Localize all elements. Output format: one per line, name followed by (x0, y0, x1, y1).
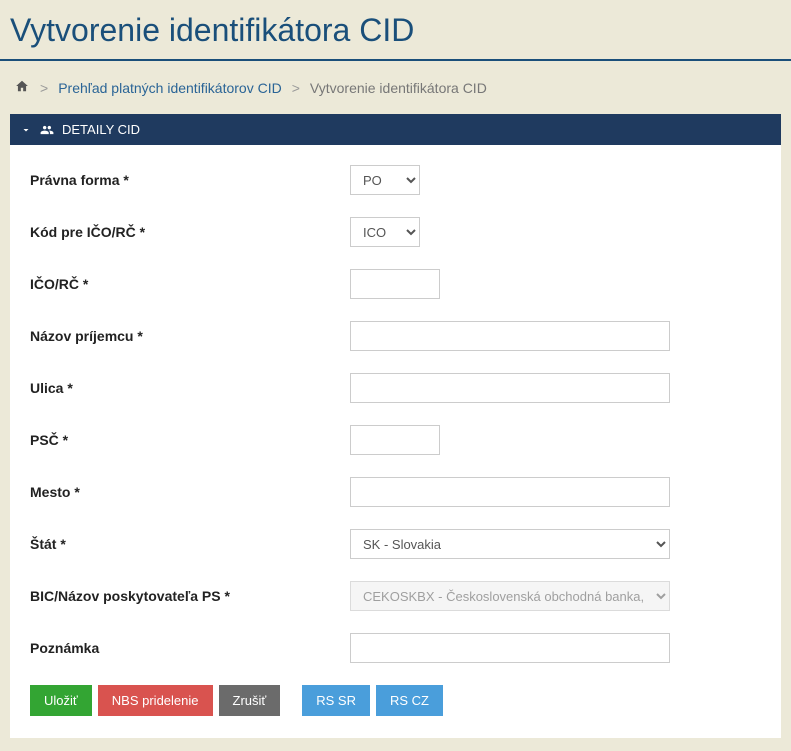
label-stat: Štát * (30, 536, 350, 552)
breadcrumb: > Prehľad platných identifikátorov CID >… (0, 61, 791, 114)
label-kod-ico: Kód pre IČO/RČ * (30, 224, 350, 240)
label-nazov-prijemcu: Názov príjemcu * (30, 328, 350, 344)
panel-header-title: DETAILY CID (62, 122, 140, 137)
input-ulica[interactable] (350, 373, 670, 403)
input-psc[interactable] (350, 425, 440, 455)
row-stat: Štát * SK - Slovakia (30, 529, 761, 559)
cancel-button[interactable]: Zrušiť (219, 685, 281, 716)
label-ico-rc: IČO/RČ * (30, 276, 350, 292)
label-ulica: Ulica * (30, 380, 350, 396)
input-mesto[interactable] (350, 477, 670, 507)
row-kod-ico: Kód pre IČO/RČ * ICO (30, 217, 761, 247)
label-mesto: Mesto * (30, 484, 350, 500)
select-bic: CEKOSKBX - Československá obchodná banka… (350, 581, 670, 611)
row-bic: BIC/Názov poskytovateľa PS * CEKOSKBX - … (30, 581, 761, 611)
select-pravna-forma[interactable]: PO (350, 165, 420, 195)
save-button[interactable]: Uložiť (30, 685, 92, 716)
panel-details: DETAILY CID Právna forma * PO Kód pre IČ… (10, 114, 781, 738)
panel-header[interactable]: DETAILY CID (10, 114, 781, 145)
row-nazov-prijemcu: Názov príjemcu * (30, 321, 761, 351)
input-ico-rc[interactable] (350, 269, 440, 299)
input-poznamka[interactable] (350, 633, 670, 663)
users-icon (38, 123, 56, 137)
row-mesto: Mesto * (30, 477, 761, 507)
breadcrumb-sep: > (40, 80, 48, 96)
breadcrumb-current: Vytvorenie identifikátora CID (310, 80, 487, 96)
row-pravna-forma: Právna forma * PO (30, 165, 761, 195)
rs-cz-button[interactable]: RS CZ (376, 685, 443, 716)
nbs-button[interactable]: NBS pridelenie (98, 685, 213, 716)
label-poznamka: Poznámka (30, 640, 350, 656)
chevron-down-icon (20, 124, 32, 136)
row-psc: PSČ * (30, 425, 761, 455)
row-ico-rc: IČO/RČ * (30, 269, 761, 299)
button-row: Uložiť NBS pridelenie Zrušiť RS SR RS CZ (30, 685, 761, 716)
page-title: Vytvorenie identifikátora CID (0, 0, 791, 61)
select-kod-ico[interactable]: ICO (350, 217, 420, 247)
row-poznamka: Poznámka (30, 633, 761, 663)
breadcrumb-link[interactable]: Prehľad platných identifikátorov CID (58, 80, 282, 96)
select-stat[interactable]: SK - Slovakia (350, 529, 670, 559)
label-bic: BIC/Názov poskytovateľa PS * (30, 588, 350, 604)
home-icon[interactable] (14, 79, 30, 96)
panel-body: Právna forma * PO Kód pre IČO/RČ * ICO I… (10, 145, 781, 738)
row-ulica: Ulica * (30, 373, 761, 403)
label-psc: PSČ * (30, 432, 350, 448)
label-pravna-forma: Právna forma * (30, 172, 350, 188)
rs-sr-button[interactable]: RS SR (302, 685, 370, 716)
breadcrumb-sep: > (292, 80, 300, 96)
input-nazov-prijemcu[interactable] (350, 321, 670, 351)
